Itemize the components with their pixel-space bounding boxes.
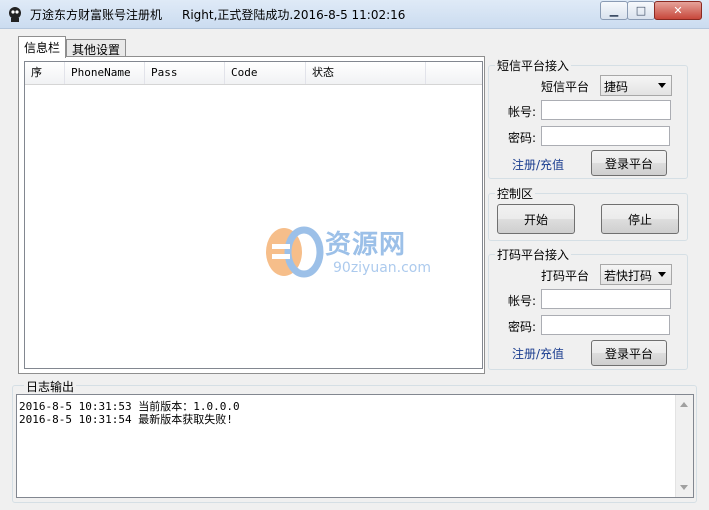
sms-register-link[interactable]: 注册/充值: [512, 156, 564, 173]
captcha-group-title: 打码平台接入: [495, 246, 572, 263]
captcha-platform-value: 若快打码: [604, 269, 653, 283]
captcha-platform-select[interactable]: 若快打码: [600, 264, 672, 285]
start-button[interactable]: 开始: [497, 204, 575, 234]
column-header-code[interactable]: Code: [225, 62, 306, 84]
log-line: 2016-8-5 10:31:54 最新版本获取失败!: [19, 413, 233, 426]
chevron-down-icon: [658, 83, 666, 88]
control-group-title: 控制区: [495, 185, 536, 202]
table-header: 序 PhoneName Pass Code 状态: [25, 62, 482, 85]
watermark-icon: [266, 226, 324, 278]
sms-account-input[interactable]: [541, 100, 671, 120]
captcha-password-label: 密码:: [508, 320, 537, 334]
watermark-text: 资源网: [325, 230, 407, 260]
captcha-platform-label: 打码平台: [541, 269, 590, 283]
scroll-down-icon[interactable]: [680, 485, 688, 490]
sms-platform-select[interactable]: 捷码: [600, 75, 672, 96]
watermark-url: 90ziyuan.com: [333, 260, 432, 276]
sms-group-title: 短信平台接入: [495, 57, 572, 74]
sms-account-label: 帐号:: [508, 105, 537, 119]
account-table[interactable]: 序 PhoneName Pass Code 状态: [24, 61, 483, 369]
title-bar: 万途东方财富账号注册机 Right,正式登陆成功.2016-8-5 11:02:…: [0, 0, 709, 29]
column-header-index[interactable]: 序: [25, 62, 65, 84]
tab-info[interactable]: 信息栏: [18, 36, 66, 58]
login-status: Right,正式登陆成功.2016-8-5 11:02:16: [182, 8, 406, 22]
captcha-register-link[interactable]: 注册/充值: [512, 345, 564, 362]
maximize-icon: □: [635, 4, 647, 17]
close-button[interactable]: ✕: [654, 1, 702, 20]
column-header-phonename[interactable]: PhoneName: [65, 62, 145, 84]
captcha-account-label: 帐号:: [508, 294, 537, 308]
minimize-button[interactable]: ▁: [600, 1, 628, 20]
close-icon: ✕: [673, 4, 683, 17]
log-title: 日志输出: [24, 378, 77, 395]
maximize-button[interactable]: □: [627, 1, 655, 20]
minimize-icon: ▁: [609, 4, 619, 17]
column-header-pass[interactable]: Pass: [145, 62, 225, 84]
captcha-login-button[interactable]: 登录平台: [591, 340, 667, 366]
sms-platform-value: 捷码: [604, 80, 629, 94]
captcha-password-input[interactable]: [541, 315, 670, 335]
watermark-logo: 资源网 90ziyuan.com: [262, 222, 442, 286]
sms-password-input[interactable]: [541, 126, 670, 146]
log-output[interactable]: 2016-8-5 10:31:53 当前版本：1.0.0.0 2016-8-5 …: [16, 394, 694, 498]
sms-login-button[interactable]: 登录平台: [591, 150, 667, 176]
app-icon: [9, 7, 21, 22]
scroll-up-icon[interactable]: [680, 402, 688, 407]
chevron-down-icon: [658, 272, 666, 277]
captcha-account-input[interactable]: [541, 289, 671, 309]
stop-button[interactable]: 停止: [601, 204, 679, 234]
column-header-status[interactable]: 状态: [306, 62, 426, 84]
sms-password-label: 密码:: [508, 131, 537, 145]
log-scrollbar[interactable]: [675, 395, 693, 497]
sms-platform-label: 短信平台: [541, 80, 590, 94]
window-title: 万途东方财富账号注册机: [30, 8, 163, 22]
